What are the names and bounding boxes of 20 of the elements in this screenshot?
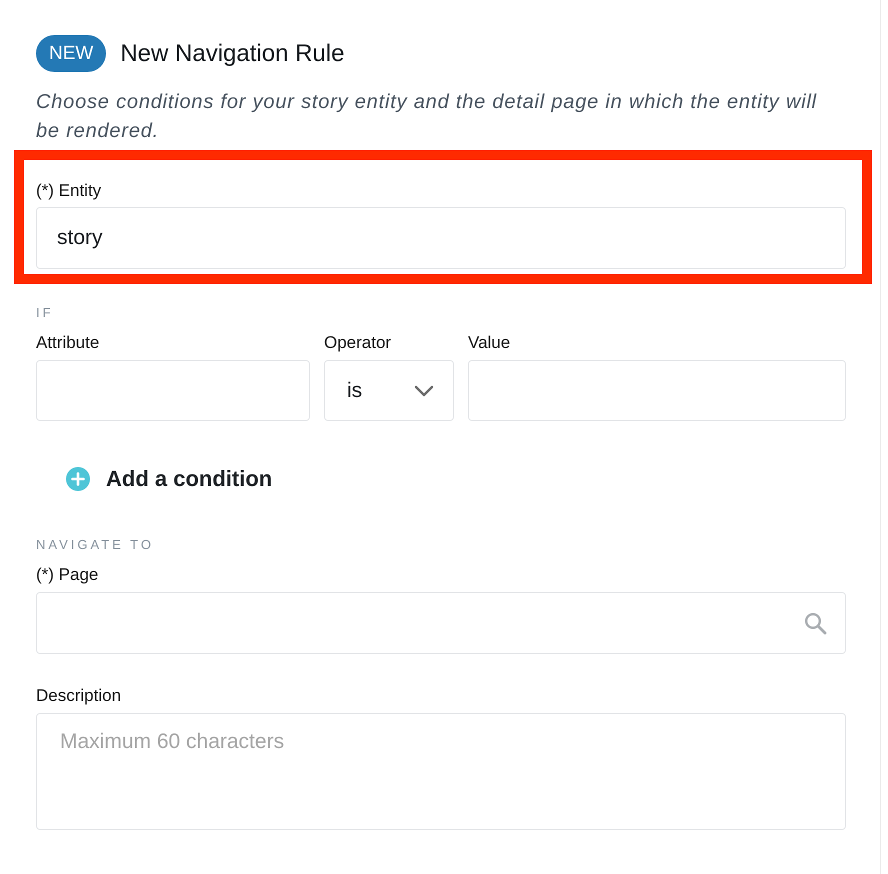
add-condition-button[interactable]: Add a condition (66, 459, 272, 499)
field-label: Value (468, 332, 512, 354)
field-label: Operator (324, 332, 392, 354)
field-label: (*) Page (36, 564, 100, 586)
chevron-down-icon (414, 384, 434, 396)
form-title: New Navigation Rule (120, 40, 344, 68)
text-field[interactable] (36, 360, 310, 421)
text-field[interactable] (468, 360, 846, 421)
field-label: Attribute (36, 332, 100, 354)
page-search-field[interactable] (36, 592, 846, 654)
form-description: Choose conditions for your story entity and the detail page in which the entity will be rendered. (36, 90, 818, 144)
section-heading: IF (36, 304, 55, 322)
field-label: (*) Entity (36, 180, 102, 202)
entity-field[interactable]: story (36, 207, 846, 269)
section-heading: NAVIGATE TO (36, 536, 156, 554)
field-label: Description (36, 685, 122, 707)
search-icon (804, 612, 827, 634)
new-badge: NEW (36, 35, 106, 72)
add-icon (66, 467, 90, 491)
operator-select[interactable]: is (324, 360, 454, 421)
